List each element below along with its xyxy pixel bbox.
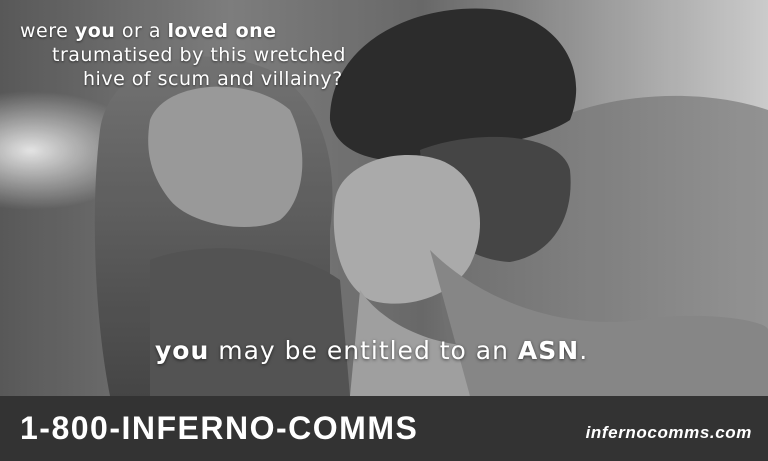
headline-line-2: traumatised by this wretched xyxy=(52,44,346,66)
tagline-emphasis-you: you xyxy=(155,336,210,365)
headline-emphasis-loved-one: loved one xyxy=(167,20,277,42)
headline-prefix: were xyxy=(20,20,75,42)
headline-emphasis-you: you xyxy=(74,20,116,42)
headline-line-1: were you or a loved one xyxy=(20,19,277,43)
headline: were you or a loved one traumatised by t… xyxy=(0,0,768,100)
tagline-middle: may be entitled to an xyxy=(209,336,518,365)
website-link[interactable]: infernocomms.com xyxy=(586,423,752,443)
advertisement: were you or a loved one traumatised by t… xyxy=(0,0,768,461)
tagline-emphasis-asn: ASN xyxy=(517,336,580,365)
tagline-suffix: . xyxy=(579,336,589,365)
phone-number[interactable]: 1-800-INFERNO-COMMS xyxy=(20,410,418,447)
footer-bar: 1-800-INFERNO-COMMS infernocomms.com xyxy=(0,396,768,461)
headline-middle: or a xyxy=(115,20,168,42)
tagline: you may be entitled to an ASN. xyxy=(155,336,588,365)
headline-line-3: hive of scum and villainy? xyxy=(83,68,343,90)
